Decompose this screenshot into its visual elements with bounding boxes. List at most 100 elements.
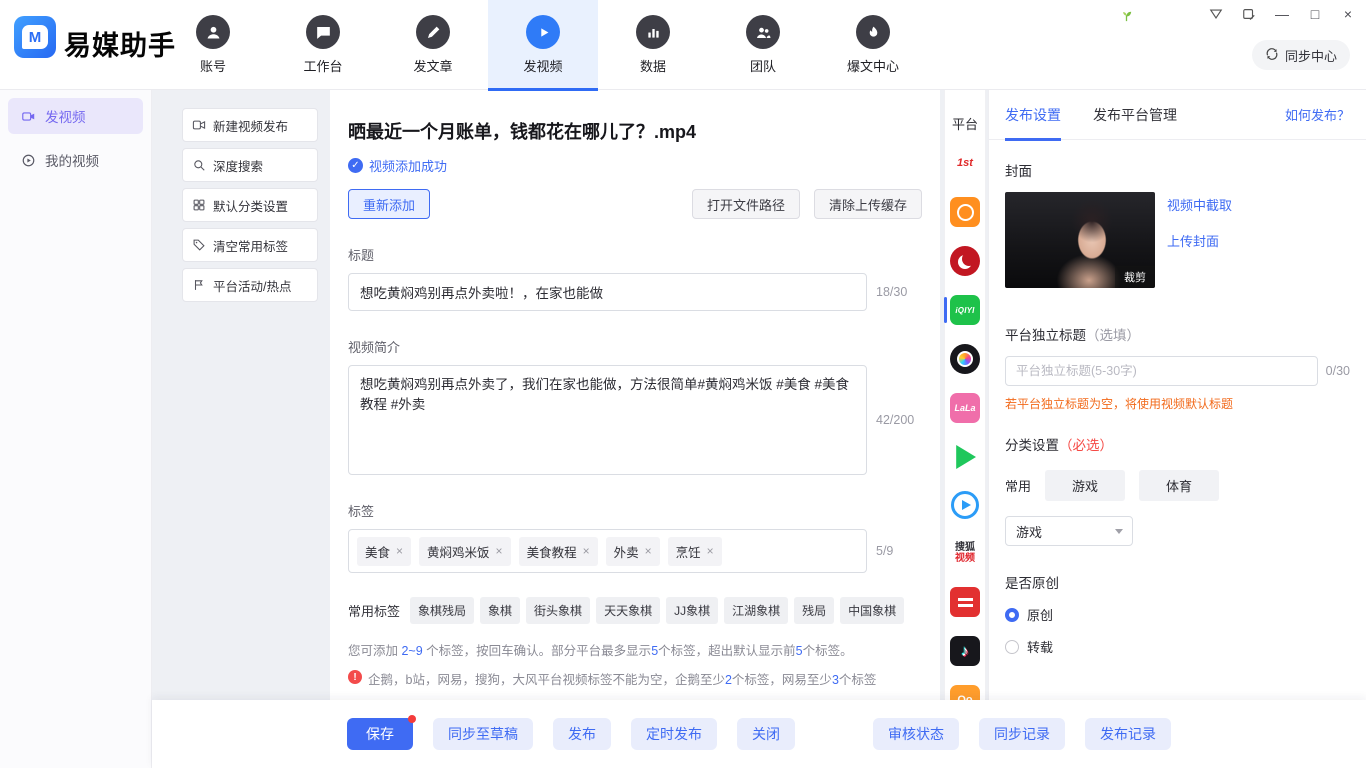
action-label: 深度搜索	[213, 156, 263, 175]
platform-red-1st-icon[interactable]: 1st	[950, 148, 980, 178]
flame-icon	[856, 15, 890, 49]
maximize-button[interactable]: □	[1307, 6, 1323, 22]
common-tag[interactable]: 街头象棋	[526, 597, 590, 624]
platform-orange-oo-icon[interactable]: Oo	[950, 685, 980, 700]
tags-input-box[interactable]: 美食× 黄焖鸡米饭× 美食教程× 外卖× 烹饪×	[348, 529, 867, 573]
open-file-path-button[interactable]: 打开文件路径	[692, 189, 800, 219]
remove-tag-icon[interactable]: ×	[496, 544, 503, 558]
common-tag[interactable]: 天天象棋	[596, 597, 660, 624]
clear-upload-cache-button[interactable]: 清除上传缓存	[814, 189, 922, 219]
common-label: 常用	[1005, 476, 1031, 495]
quick-category-sports[interactable]: 体育	[1139, 470, 1219, 501]
independent-title-input[interactable]	[1005, 356, 1318, 386]
platform-green-play-icon[interactable]	[950, 442, 980, 472]
panel-tabs: 发布设置 发布平台管理 如何发布？	[989, 90, 1366, 140]
titlebar: M 易媒助手 账号 工作台 发文章 发视频	[0, 0, 1366, 90]
common-tag[interactable]: 江湖象棋	[724, 597, 788, 624]
minimize-button[interactable]: —	[1274, 6, 1290, 22]
team-icon	[746, 15, 780, 49]
signal-icon[interactable]	[1208, 6, 1224, 22]
tab-publish-settings[interactable]: 发布设置	[1005, 90, 1061, 140]
sidebar-item-my-videos[interactable]: 我的视频	[8, 142, 143, 178]
scheduled-publish-button[interactable]: 定时发布	[631, 718, 717, 750]
tag-chip: 美食×	[357, 537, 411, 566]
save-button[interactable]: 保存	[347, 718, 413, 750]
tab-account[interactable]: 账号	[158, 0, 268, 90]
sync-to-draft-button[interactable]: 同步至草稿	[433, 718, 533, 750]
publish-records-button[interactable]: 发布记录	[1085, 718, 1171, 750]
deep-search-button[interactable]: 深度搜索	[182, 148, 318, 182]
common-tag[interactable]: 象棋残局	[410, 597, 474, 624]
close-button[interactable]: ×	[1340, 6, 1356, 22]
category-select[interactable]: 游戏	[1005, 516, 1133, 546]
sync-center-button[interactable]: 同步中心	[1252, 40, 1350, 70]
tab-publish-article[interactable]: 发文章	[378, 0, 488, 90]
remove-tag-icon[interactable]: ×	[396, 544, 403, 558]
cover-thumbnail[interactable]: 裁剪	[1005, 192, 1155, 288]
tab-publish-video[interactable]: 发视频	[488, 0, 598, 90]
flag-icon	[192, 278, 206, 292]
sohu-wordmark-top: 搜狐	[955, 542, 975, 553]
sync-records-button[interactable]: 同步记录	[979, 718, 1065, 750]
common-tags-label: 常用标签	[348, 601, 400, 620]
tag-chip-label: 烹饪	[676, 542, 701, 561]
default-category-settings-button[interactable]: 默认分类设置	[182, 188, 318, 222]
common-tag[interactable]: 残局	[794, 597, 834, 624]
common-tag[interactable]: JJ象棋	[666, 597, 718, 624]
tab-workbench[interactable]: 工作台	[268, 0, 378, 90]
description-label: 视频简介	[348, 337, 922, 356]
platform-orange-square-icon[interactable]	[950, 197, 980, 227]
tab-hot-center[interactable]: 爆文中心	[818, 0, 928, 90]
title-input[interactable]	[348, 273, 867, 311]
remove-tag-icon[interactable]: ×	[583, 544, 590, 558]
clear-common-tags-button[interactable]: 清空常用标签	[182, 228, 318, 262]
platform-ifeng-swirl-icon[interactable]	[950, 246, 980, 276]
tags-label: 标签	[348, 501, 922, 520]
description-textarea[interactable]: 想吃黄焖鸡别再点外卖了，我们在家也能做，方法很简单#黄焖鸡米饭 #美食 #美食教…	[348, 365, 867, 475]
platform-activities-button[interactable]: 平台活动/热点	[182, 268, 318, 302]
tab-platform-management[interactable]: 发布平台管理	[1093, 90, 1177, 140]
tab-data[interactable]: 数据	[598, 0, 708, 90]
tab-team[interactable]: 团队	[708, 0, 818, 90]
close-editor-button[interactable]: 关闭	[737, 718, 795, 750]
readd-video-button[interactable]: 重新添加	[348, 189, 430, 219]
music-note-glyph: ♪	[961, 643, 969, 660]
pencil-icon	[416, 15, 450, 49]
publish-button[interactable]: 发布	[553, 718, 611, 750]
radio-original-label: 原创	[1027, 605, 1053, 624]
radio-original[interactable]: 原创	[1005, 605, 1350, 624]
video-filename: 晒最近一个月账单，钱都花在哪儿了？.mp4	[348, 118, 922, 144]
platform-lala-icon[interactable]: LaLa	[950, 393, 980, 423]
remove-tag-icon[interactable]: ×	[645, 544, 652, 558]
nav-label: 发视频	[523, 56, 562, 75]
sidebar-item-publish-video[interactable]: 发视频	[8, 98, 143, 134]
capture-from-video-link[interactable]: 视频中截取	[1167, 195, 1232, 214]
sohu-wordmark-bottom: 视频	[955, 553, 975, 564]
content-area: 新建视频发布 深度搜索 默认分类设置 清空常用标签 平台活动/热点 晒最近一个月…	[152, 90, 1366, 700]
chevron-down-icon	[1115, 529, 1123, 534]
sidebar-item-label: 发视频	[45, 106, 86, 126]
independent-title-label: 平台独立标题（选填）	[1005, 324, 1350, 344]
cover-label: 封面	[1005, 160, 1350, 180]
crop-button[interactable]: 裁剪	[1115, 266, 1155, 288]
screenshot-icon[interactable]	[1241, 6, 1257, 22]
platform-sohu-video-icon[interactable]: 搜狐视频	[950, 538, 980, 568]
common-tag[interactable]: 中国象棋	[840, 597, 904, 624]
remove-tag-icon[interactable]: ×	[707, 544, 714, 558]
how-to-publish-link[interactable]: 如何发布？	[1285, 105, 1350, 124]
platform-red-square-icon[interactable]	[950, 587, 980, 617]
iqiyi-wordmark: iQIYI	[955, 306, 974, 315]
new-video-publish-button[interactable]: 新建视频发布	[182, 108, 318, 142]
quick-category-game[interactable]: 游戏	[1045, 470, 1125, 501]
platform-blue-circle-icon[interactable]	[951, 491, 979, 519]
grid-icon	[192, 198, 206, 212]
tag-chip: 外卖 ×	[606, 537, 660, 566]
platform-iqiyi-icon[interactable]: iQIYI	[950, 295, 980, 325]
radio-repost[interactable]: 转载	[1005, 637, 1350, 656]
tag-chip-label: 外卖	[614, 542, 639, 561]
common-tag[interactable]: 象棋	[480, 597, 520, 624]
upload-cover-link[interactable]: 上传封面	[1167, 231, 1232, 250]
review-status-button[interactable]: 审核状态	[873, 718, 959, 750]
platform-douyin-icon[interactable]: ♪	[950, 636, 980, 666]
platform-dark-circle-icon[interactable]	[950, 344, 980, 374]
